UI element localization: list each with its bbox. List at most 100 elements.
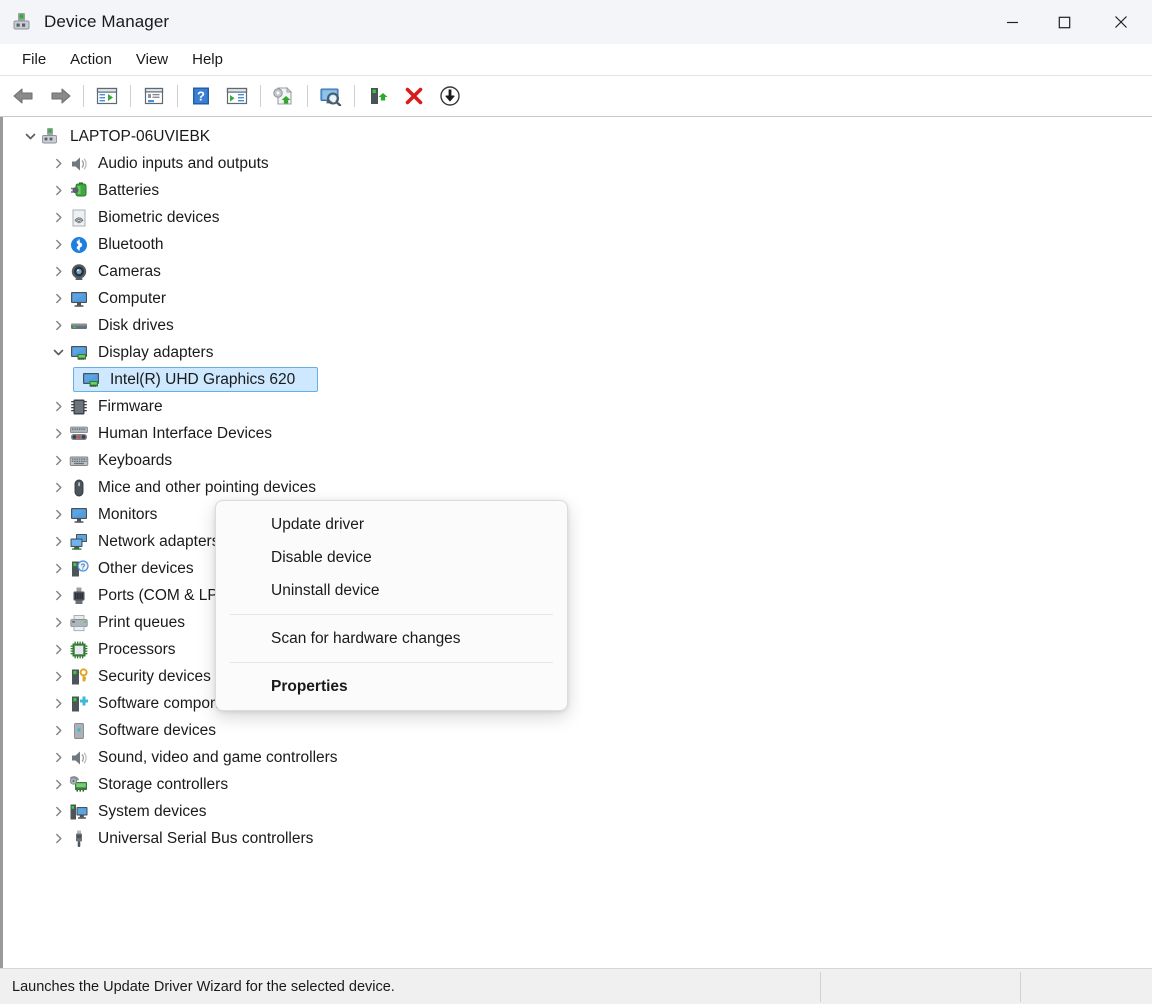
chevron-right-icon[interactable] [47, 536, 69, 547]
chevron-right-icon[interactable] [47, 698, 69, 709]
chevron-right-icon[interactable] [47, 509, 69, 520]
enable-device-icon [367, 86, 389, 106]
update-driver-button[interactable] [267, 80, 301, 112]
maximize-button[interactable] [1038, 0, 1090, 44]
menu-file[interactable]: File [10, 48, 58, 71]
tree-item-label: Sound, video and game controllers [98, 750, 338, 766]
chevron-right-icon[interactable] [47, 158, 69, 169]
device-context-menu[interactable]: Update driver Disable device Uninstall d… [215, 500, 568, 711]
tree-item-audio-inputs-and-outputs[interactable]: Audio inputs and outputs [13, 150, 1152, 177]
tree-item-display-adapters[interactable]: Display adapters [13, 339, 1152, 366]
tree-item-security-devices[interactable]: Security devices [13, 663, 1152, 690]
show-hide-console-tree-button[interactable] [90, 80, 124, 112]
chevron-right-icon[interactable] [47, 779, 69, 790]
port-icon [69, 586, 91, 606]
device-tree-panel[interactable]: LAPTOP-06UVIEBK Audio inputs and outputs [0, 117, 1152, 968]
tree-item-software-devices[interactable]: Software devices [13, 717, 1152, 744]
tree-item-label: Disk drives [98, 318, 174, 334]
close-button[interactable] [1090, 0, 1152, 44]
chevron-right-icon[interactable] [47, 239, 69, 250]
tree-item-ports-com-and-lpt[interactable]: Ports (COM & LPT) [13, 582, 1152, 609]
tree-item-biometric-devices[interactable]: Biometric devices [13, 204, 1152, 231]
toolbar: ? [0, 76, 1152, 117]
toolbar-separator [354, 85, 355, 107]
help-button[interactable]: ? [184, 80, 218, 112]
chevron-right-icon[interactable] [47, 428, 69, 439]
tree-item-label: Universal Serial Bus controllers [98, 831, 313, 847]
tree-item-disk-drives[interactable]: Disk drives [13, 312, 1152, 339]
minimize-button[interactable] [986, 0, 1038, 44]
chevron-right-icon[interactable] [47, 455, 69, 466]
tree-item-monitors[interactable]: Monitors [13, 501, 1152, 528]
chevron-right-icon[interactable] [47, 320, 69, 331]
chevron-right-icon[interactable] [47, 806, 69, 817]
tree-item-label: Mice and other pointing devices [98, 480, 316, 496]
help-question-icon: ? [191, 86, 211, 106]
chevron-right-icon[interactable] [47, 212, 69, 223]
printer-icon [69, 613, 91, 633]
tree-item-universal-serial-bus-controllers[interactable]: Universal Serial Bus controllers [13, 825, 1152, 852]
speaker-icon [69, 748, 91, 768]
chevron-right-icon[interactable] [47, 833, 69, 844]
context-menu-item-properties[interactable]: Properties [216, 670, 567, 703]
back-button[interactable] [7, 80, 41, 112]
context-menu-item-scan-for-hardware-changes[interactable]: Scan for hardware changes [216, 622, 567, 655]
tree-item-root[interactable]: LAPTOP-06UVIEBK [13, 123, 1152, 150]
chevron-right-icon[interactable] [47, 617, 69, 628]
tree-item-network-adapters[interactable]: Network adapters [13, 528, 1152, 555]
battery-icon [69, 181, 91, 201]
software-device-icon [69, 721, 91, 741]
enable-device-button[interactable] [361, 80, 395, 112]
software-component-icon [69, 694, 91, 714]
tree-item-other-devices[interactable]: ? Other devices [13, 555, 1152, 582]
svg-text:?: ? [197, 89, 205, 104]
context-menu-item-uninstall-device[interactable]: Uninstall device [216, 574, 567, 607]
context-menu-item-disable-device[interactable]: Disable device [216, 541, 567, 574]
tree-item-batteries[interactable]: Batteries [13, 177, 1152, 204]
menu-help[interactable]: Help [180, 48, 235, 71]
show-hide-action-pane-button[interactable] [220, 80, 254, 112]
tree-item-system-devices[interactable]: System devices [13, 798, 1152, 825]
uninstall-device-button[interactable] [397, 80, 431, 112]
chevron-right-icon[interactable] [47, 644, 69, 655]
chevron-right-icon[interactable] [47, 590, 69, 601]
chevron-right-icon[interactable] [47, 752, 69, 763]
scan-for-hardware-changes-button[interactable] [314, 80, 348, 112]
context-menu-item-update-driver[interactable]: Update driver [216, 508, 567, 541]
chevron-right-icon[interactable] [47, 293, 69, 304]
chevron-right-icon[interactable] [47, 671, 69, 682]
tree-item-computer[interactable]: Computer [13, 285, 1152, 312]
tree-item-label: Processors [98, 642, 176, 658]
scan-hardware-icon [319, 86, 343, 106]
chevron-right-icon[interactable] [47, 185, 69, 196]
tree-item-intel-uhd-graphics-620[interactable]: Intel(R) UHD Graphics 620 [13, 366, 1152, 393]
chevron-right-icon[interactable] [47, 401, 69, 412]
chevron-right-icon[interactable] [47, 266, 69, 277]
menu-view[interactable]: View [124, 48, 180, 71]
tree-item-sound-video-and-game-controllers[interactable]: Sound, video and game controllers [13, 744, 1152, 771]
toolbar-separator [177, 85, 178, 107]
tree-item-firmware[interactable]: Firmware [13, 393, 1152, 420]
tree-item-keyboards[interactable]: Keyboards [13, 447, 1152, 474]
forward-button[interactable] [43, 80, 77, 112]
chevron-down-icon[interactable] [19, 131, 41, 142]
tree-item-software-components[interactable]: Software components [13, 690, 1152, 717]
tree-item-storage-controllers[interactable]: Storage controllers [13, 771, 1152, 798]
tree-item-human-interface-devices[interactable]: Human Interface Devices [13, 420, 1152, 447]
tree-item-print-queues[interactable]: Print queues [13, 609, 1152, 636]
tree-item-processors[interactable]: Processors [13, 636, 1152, 663]
tree-item-mice-and-other-pointing-devices[interactable]: Mice and other pointing devices [13, 474, 1152, 501]
menu-bar: File Action View Help [0, 44, 1152, 76]
disable-device-button[interactable] [433, 80, 467, 112]
properties-button[interactable] [137, 80, 171, 112]
chevron-right-icon[interactable] [47, 563, 69, 574]
console-tree-icon [96, 86, 118, 106]
chevron-right-icon[interactable] [47, 725, 69, 736]
menu-action[interactable]: Action [58, 48, 124, 71]
context-menu-separator [230, 614, 553, 615]
tree-item-label: Intel(R) UHD Graphics 620 [110, 372, 295, 388]
tree-item-cameras[interactable]: Cameras [13, 258, 1152, 285]
chevron-right-icon[interactable] [47, 482, 69, 493]
tree-item-bluetooth[interactable]: Bluetooth [13, 231, 1152, 258]
chevron-down-icon[interactable] [47, 347, 69, 358]
